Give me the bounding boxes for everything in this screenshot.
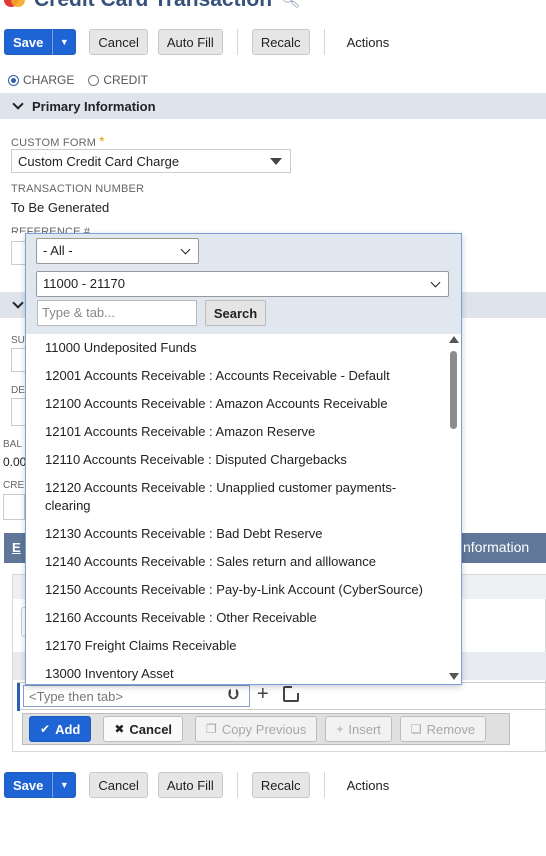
popup-scrollbar[interactable] (448, 336, 460, 682)
list-item[interactable]: 12130 Accounts Receivable : Bad Debt Res… (45, 525, 440, 543)
popup-search-button[interactable]: Search (205, 300, 266, 326)
remove-line-button[interactable]: ❑ Remove (399, 716, 487, 742)
custom-form-value: Custom Credit Card Charge (18, 154, 180, 169)
plus-icon: + (336, 722, 344, 736)
actions-menu[interactable]: Actions (347, 35, 390, 50)
caret-down-icon (270, 158, 282, 165)
auto-fill-button[interactable]: Auto Fill (157, 29, 223, 55)
save-menu-button[interactable]: ▼ (52, 29, 77, 55)
account-line-input[interactable]: <Type then tab> (23, 685, 250, 707)
page-header: Credit Card Transaction 🔍︎ (0, 0, 300, 14)
caret-down-icon: ▼ (59, 37, 69, 47)
scroll-down-arrow-icon[interactable] (449, 673, 459, 680)
copy-icon: ❐ (206, 722, 217, 736)
transaction-type-radios: CHARGE CREDIT (8, 73, 148, 87)
list-item[interactable]: 12170 Freight Claims Receivable (45, 637, 440, 655)
list-item[interactable]: 12140 Accounts Receivable : Sales return… (45, 553, 440, 571)
custom-form-label: CUSTOM FORM * (11, 133, 105, 149)
recalc-button[interactable]: Recalc (251, 29, 310, 55)
search-icon[interactable]: 🔍︎ (280, 0, 300, 10)
toolbar-divider (236, 772, 238, 798)
chevron-down-icon (12, 98, 24, 110)
add-line-button[interactable]: ✔ Add (29, 716, 92, 742)
de-label: DE (11, 385, 25, 396)
bal-value: 0.00 (3, 455, 27, 469)
list-item[interactable]: 12100 Accounts Receivable : Amazon Accou… (45, 395, 440, 413)
chevron-down-icon (430, 277, 441, 288)
popup-search-input[interactable]: Type & tab... (37, 300, 197, 326)
transaction-number-value: To Be Generated (11, 200, 110, 215)
credit-radio-label: CREDIT (103, 73, 149, 87)
list-item[interactable]: 12110 Accounts Receivable : Disputed Cha… (45, 451, 440, 469)
list-item[interactable]: 13000 Inventory Asset (45, 665, 440, 683)
page-title: Credit Card Transaction (34, 0, 272, 12)
auto-fill-button-bottom[interactable]: Auto Fill (157, 772, 223, 798)
cre-input[interactable] (3, 494, 25, 520)
charge-radio-label: CHARGE (23, 73, 75, 87)
list-item[interactable]: 11000 Undeposited Funds (45, 339, 440, 357)
account-type-filter-select[interactable]: - All - (36, 238, 199, 264)
list-item[interactable]: 12150 Accounts Receivable : Pay-by-Link … (45, 581, 440, 599)
close-icon: ✖ (114, 722, 125, 736)
bal-label: BAL (3, 439, 22, 450)
list-item[interactable]: 12120 Accounts Receivable : Unapplied cu… (45, 479, 425, 515)
top-toolbar: Save ▼ Cancel Auto Fill Recalc Actions (4, 28, 389, 56)
cre-label: CRE (3, 480, 25, 491)
list-item[interactable]: 12101 Accounts Receivable : Amazon Reser… (45, 423, 440, 441)
chevron-down-icon (180, 244, 191, 255)
line-button-bar: ✔ Add ✖ Cancel ❐ Copy Previous + Insert ❑ Rem… (22, 713, 510, 745)
save-menu-button-bottom[interactable]: ▼ (52, 772, 77, 798)
save-button[interactable]: Save (4, 29, 53, 55)
cancel-button-bottom[interactable]: Cancel (89, 772, 148, 798)
insert-line-button[interactable]: + Insert (325, 716, 392, 742)
toolbar-divider (236, 29, 238, 55)
reference-label: REFERENCE # (11, 226, 91, 233)
recalc-button-bottom[interactable]: Recalc (251, 772, 310, 798)
plus-icon[interactable]: + (257, 683, 269, 706)
trash-icon: ❑ (410, 722, 422, 736)
scroll-thumb[interactable] (450, 351, 457, 429)
subtab-left-link[interactable]: E (12, 540, 21, 555)
section-title: Primary Information (32, 98, 156, 114)
actions-menu-bottom[interactable]: Actions (347, 778, 390, 793)
subtab-right-label[interactable]: nformation (463, 539, 529, 555)
cancel-button[interactable]: Cancel (89, 29, 148, 55)
copy-previous-button[interactable]: ❐ Copy Previous (195, 716, 318, 742)
credit-card-icon (4, 0, 26, 11)
list-item[interactable]: 12001 Accounts Receivable : Accounts Rec… (45, 367, 440, 385)
su-label: SU (11, 335, 25, 346)
transaction-number-label: TRANSACTION NUMBER (11, 183, 145, 195)
bottom-toolbar: Save ▼ Cancel Auto Fill Recalc Actions (4, 771, 389, 799)
toolbar-divider (323, 772, 325, 798)
double-chevron-down-icon[interactable]: ⮋︎ (228, 686, 239, 703)
save-button-bottom[interactable]: Save (4, 772, 53, 798)
credit-radio[interactable] (88, 74, 100, 86)
open-external-icon[interactable]: ↗ (283, 685, 300, 702)
caret-down-icon: ▼ (59, 780, 69, 790)
scroll-up-arrow-icon[interactable] (449, 336, 459, 343)
chevron-down-icon (12, 297, 24, 309)
primary-information-section[interactable]: Primary Information (0, 93, 546, 119)
cancel-line-button[interactable]: ✖ Cancel (103, 716, 184, 742)
custom-form-select[interactable]: Custom Credit Card Charge (11, 149, 291, 173)
toolbar-divider (323, 29, 325, 55)
account-range-select[interactable]: 11000 - 21170 (36, 271, 449, 297)
charge-radio[interactable] (8, 74, 19, 86)
check-icon: ✔ (40, 722, 51, 736)
list-item[interactable]: 12160 Accounts Receivable : Other Receiv… (45, 609, 440, 627)
